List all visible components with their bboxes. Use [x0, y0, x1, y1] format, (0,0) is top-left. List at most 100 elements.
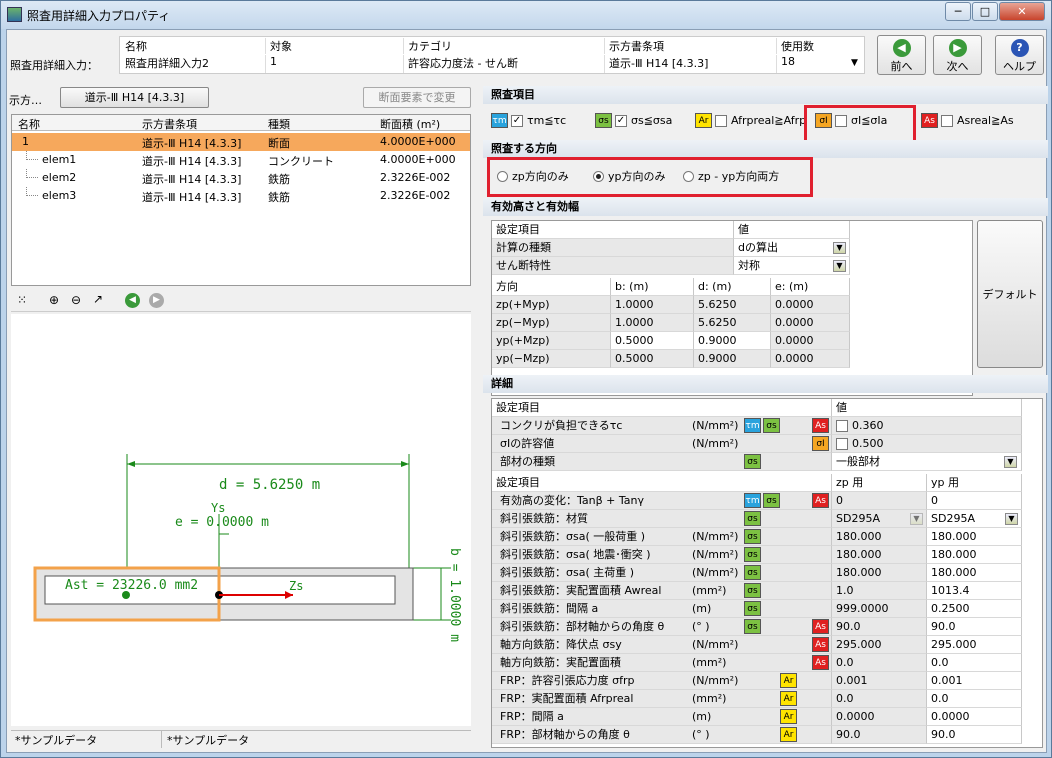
- detail-unit: (° ): [692, 620, 710, 633]
- setting-name: せん断特性: [492, 257, 734, 275]
- next-label: 次へ: [946, 60, 969, 73]
- sigma-s-tag: σs: [744, 619, 761, 634]
- detail-row[interactable]: FRP：間隔 a (m) Ar: [492, 708, 832, 726]
- window: 照査用詳細入力プロパティ ─ □ ✕ 照査用詳細入力： 名称 対象 カテゴリ 示…: [0, 0, 1052, 758]
- detail-row[interactable]: 軸方向鉄筋：実配置面積 (mm²) As: [492, 654, 832, 672]
- zp-value: 180.000: [832, 564, 927, 582]
- detail-row[interactable]: 部材の種類 σs: [492, 453, 832, 471]
- prev-button[interactable]: ◀ 前へ: [877, 35, 926, 75]
- detail-value[interactable]: 0.360: [832, 417, 1022, 435]
- detail-row[interactable]: FRP：許容引張応力度 σfrp (N/mm²) Ar: [492, 672, 832, 690]
- a-frp-tag: Ar: [695, 113, 712, 128]
- item-spec: 道示-Ⅲ H14 [4.3.3]: [142, 173, 242, 186]
- detail-row[interactable]: 斜引張鉄筋：材質 σs: [492, 510, 832, 528]
- detail-row[interactable]: コンクリが負担できるτc (N/mm²) τm σs As: [492, 417, 832, 435]
- detail-row[interactable]: FRP：部材軸からの角度 θ (° ) Ar: [492, 726, 832, 744]
- list-item[interactable]: 1 道示-Ⅲ H14 [4.3.3] 断面 4.0000E+000: [12, 133, 470, 151]
- zp-value: 180.000: [832, 528, 927, 546]
- check-item[interactable]: τm ✓ τm≦τc: [491, 113, 566, 128]
- zp-value: 0.0: [832, 690, 927, 708]
- next-button[interactable]: ▶ 次へ: [933, 35, 982, 75]
- check-item[interactable]: Ar Afrpreal≧Afrp: [695, 113, 806, 128]
- detail-row[interactable]: σIの許容値 (N/mm²) σI: [492, 435, 832, 453]
- detail-row[interactable]: 斜引張鉄筋：部材軸からの角度 θ (° ) σs As: [492, 618, 832, 636]
- dropdown-icon[interactable]: ▼: [1005, 513, 1018, 525]
- spec-button[interactable]: 道示-Ⅲ H14 [4.3.3]: [60, 87, 209, 108]
- back-icon[interactable]: ◀: [125, 293, 140, 308]
- setting-name: 計算の種類: [492, 239, 734, 257]
- tree-line: [26, 151, 38, 160]
- item-type: 鉄筋: [268, 191, 290, 204]
- maximize-button[interactable]: □: [972, 2, 998, 21]
- dir-header: d: (m): [694, 278, 771, 296]
- dropdown-icon[interactable]: ▼: [910, 513, 923, 525]
- dropdown-icon[interactable]: ▼: [1004, 456, 1017, 468]
- select-icon[interactable]: ⁙: [17, 293, 27, 307]
- section-drawing: d = 5.6250 m Ys e = 0.0000 m Zs Ast = 23…: [11, 314, 471, 726]
- sigma-s-tag: σs: [744, 529, 761, 544]
- yp-value: 180.000: [927, 564, 1022, 582]
- detail-row[interactable]: 斜引張鉄筋：σsa( 主荷重 ) (N/mm²) σs: [492, 564, 832, 582]
- zp-value: 0.0000: [832, 708, 927, 726]
- item-type: 鉄筋: [268, 173, 290, 186]
- detail-value[interactable]: 0.500: [832, 435, 1022, 453]
- detail-unit: (m): [692, 710, 712, 723]
- dropdown-icon[interactable]: ▼: [833, 260, 846, 272]
- fit-icon[interactable]: ↗: [93, 292, 103, 306]
- checkbox[interactable]: [941, 114, 953, 127]
- sigma-s-tag: σs: [744, 565, 761, 580]
- detail-row[interactable]: FRP：実配置面積 Afrpreal (mm²) Ar: [492, 690, 832, 708]
- list-item[interactable]: elem1 道示-Ⅲ H14 [4.3.3] コンクリート 4.0000E+000: [12, 151, 470, 169]
- tree-line: [26, 169, 38, 178]
- detail-row[interactable]: 有効高の変化：Tanβ + Tanγ τm σs As: [492, 492, 832, 510]
- checkbox[interactable]: [836, 438, 848, 450]
- detail-row[interactable]: 斜引張鉄筋：間隔 a (m) σs: [492, 600, 832, 618]
- forward-icon[interactable]: ▶: [149, 293, 164, 308]
- detail-value-text: 一般部材: [836, 455, 880, 468]
- checkbox[interactable]: ✓: [511, 114, 523, 127]
- direction-value: 0.5000: [611, 350, 694, 368]
- detail-unit: (m): [692, 602, 712, 615]
- help-button[interactable]: ? ヘルプ: [995, 35, 1044, 75]
- checkbox[interactable]: [836, 420, 848, 432]
- status-bar: *サンプルデータ *サンプルデータ: [11, 730, 471, 748]
- detail-row[interactable]: 斜引張鉄筋：σsa( 地震･衝突 ) (N/mm²) σs: [492, 546, 832, 564]
- detail-value[interactable]: 一般部材: [832, 453, 1022, 471]
- section-svg: d = 5.6250 m Ys e = 0.0000 m Zs Ast = 23…: [33, 454, 462, 642]
- dropdown-icon[interactable]: ▼: [833, 242, 846, 254]
- yp-value: 1013.4: [927, 582, 1022, 600]
- zoom-in-icon[interactable]: ⊕: [49, 293, 59, 307]
- as-tag: As: [921, 113, 938, 128]
- yp-value: 0.0: [927, 690, 1022, 708]
- sigma-s-tag: σs: [744, 547, 761, 562]
- detail-row[interactable]: 軸方向鉄筋：降伏点 σsy (N/mm²) As: [492, 636, 832, 654]
- list-item[interactable]: elem3 道示-Ⅲ H14 [4.3.3] 鉄筋 2.3226E-002: [12, 187, 470, 205]
- list-item[interactable]: elem2 道示-Ⅲ H14 [4.3.3] 鉄筋 2.3226E-002: [12, 169, 470, 187]
- zoom-out-icon[interactable]: ⊖: [71, 293, 81, 307]
- default-button[interactable]: デフォルト: [977, 220, 1043, 368]
- checkbox[interactable]: ✓: [615, 114, 627, 127]
- minimize-button[interactable]: ─: [945, 2, 971, 21]
- yp-value: 0.001: [927, 672, 1022, 690]
- detail-name: 軸方向鉄筋：実配置面積: [500, 656, 621, 669]
- detail-row[interactable]: 斜引張鉄筋：σsa( 一般荷重 ) (N/mm²) σs: [492, 528, 832, 546]
- detail-name: 斜引張鉄筋：実配置面積 Awreal: [500, 584, 662, 597]
- check-item[interactable]: As Asreal≧As: [921, 113, 1014, 128]
- detail-value-text: 0.360: [852, 419, 884, 432]
- change-by-element-button[interactable]: 断面要素で変更: [363, 87, 471, 108]
- e-dimension: e = 0.0000 m: [175, 515, 269, 530]
- zp-value: 0.0: [832, 654, 927, 672]
- detail-row[interactable]: 斜引張鉄筋：実配置面積 Awreal (mm²) σs: [492, 582, 832, 600]
- check-item-label: Asreal≧As: [957, 114, 1014, 127]
- sigma-s-tag: σs: [763, 493, 780, 508]
- item-type: コンクリート: [268, 155, 334, 168]
- close-button[interactable]: ✕: [999, 2, 1045, 21]
- check-item[interactable]: σs ✓ σs≦σsa: [595, 113, 672, 128]
- as-tag: As: [812, 637, 829, 652]
- checkbox[interactable]: [715, 114, 727, 127]
- chevron-down-icon[interactable]: ▼: [851, 58, 858, 68]
- a-frp-tag: Ar: [780, 691, 797, 706]
- yp-value: 295.000: [927, 636, 1022, 654]
- zp-value: 180.000: [832, 546, 927, 564]
- settings-header: 設定項目: [492, 221, 734, 239]
